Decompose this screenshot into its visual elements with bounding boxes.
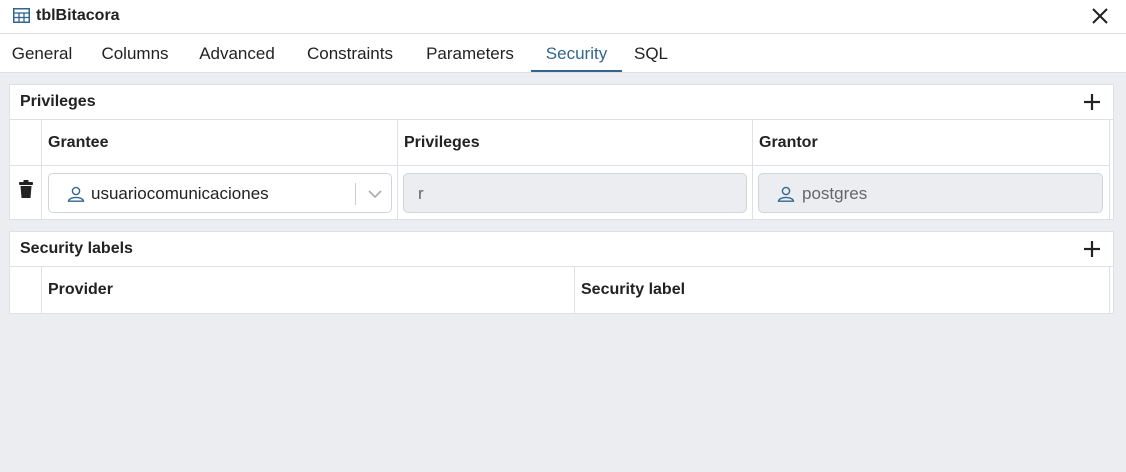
column-header-grantor: Grantor — [753, 120, 1110, 166]
trash-icon[interactable] — [19, 180, 33, 198]
tab-sql[interactable]: SQL — [628, 34, 674, 73]
grantor-field: postgres — [758, 173, 1103, 213]
tab-general[interactable]: General — [2, 34, 82, 73]
column-header-security-label: Security label — [575, 267, 1110, 313]
user-icon — [777, 186, 795, 202]
grantor-value: postgres — [802, 184, 868, 203]
tab-security[interactable]: Security — [531, 34, 622, 73]
plus-icon[interactable] — [1082, 239, 1102, 259]
security-labels-panel: Security labels Provider Security label — [9, 231, 1114, 314]
column-header-grantee: Grantee — [42, 120, 398, 166]
select-separator — [355, 183, 356, 205]
privileges-title: Privileges — [20, 93, 96, 110]
row-actions-header — [10, 120, 42, 166]
plus-icon[interactable] — [1082, 92, 1102, 112]
close-icon[interactable] — [1090, 6, 1110, 26]
dialog-title: tblBitacora — [36, 7, 120, 24]
security-labels-header: Security labels — [10, 232, 1113, 267]
row-actions-header — [10, 267, 42, 313]
column-header-privileges: Privileges — [398, 120, 753, 166]
tab-columns[interactable]: Columns — [90, 34, 180, 73]
privileges-value: r — [418, 184, 424, 203]
tab-bar: General Columns Advanced Constraints Par… — [0, 34, 1126, 73]
privileges-header: Privileges — [10, 85, 1113, 120]
column-header-provider: Provider — [42, 267, 575, 313]
dialog-titlebar: tblBitacora — [0, 0, 1126, 34]
grantee-select[interactable]: usuariocomunicaciones — [48, 173, 392, 213]
chevron-down-icon[interactable] — [367, 187, 383, 201]
active-tab-indicator — [531, 70, 622, 72]
table-icon — [13, 8, 30, 23]
grantee-value: usuariocomunicaciones — [91, 184, 269, 203]
privileges-field[interactable]: r — [403, 173, 747, 213]
privileges-panel: Privileges Grantee Privileges Grantor us… — [9, 84, 1114, 220]
tab-constraints[interactable]: Constraints — [294, 34, 406, 73]
tab-parameters[interactable]: Parameters — [414, 34, 526, 73]
security-labels-title: Security labels — [20, 240, 133, 257]
user-icon — [67, 186, 85, 202]
tab-advanced[interactable]: Advanced — [188, 34, 286, 73]
